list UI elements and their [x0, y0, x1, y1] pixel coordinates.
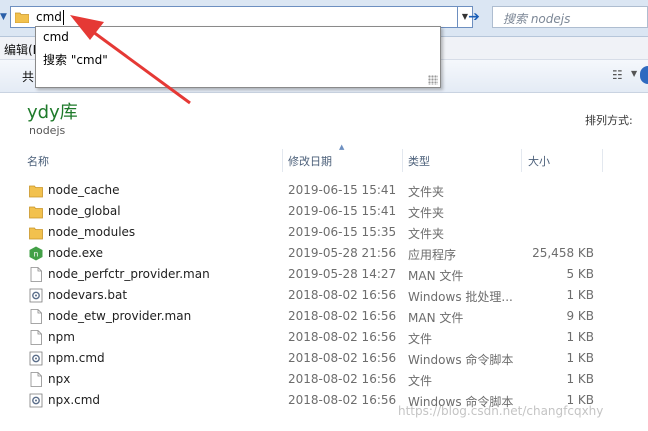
file-name[interactable]: node.exe — [48, 246, 103, 260]
file-type: 文件夹 — [408, 185, 445, 199]
autocomplete-dropdown: cmd 搜索 "cmd" — [35, 26, 441, 88]
svg-text:n: n — [34, 250, 38, 259]
resize-grip-icon[interactable] — [428, 75, 438, 85]
file-row[interactable]: nodevars.bat 2018-08-02 16:56 Windows 批处理.… — [0, 285, 648, 306]
file-row[interactable]: npm 2018-08-02 16:56 文件 1 KB — [0, 327, 648, 348]
document-icon — [30, 330, 42, 345]
file-row[interactable]: node_cache 2019-06-15 15:41 文件夹 — [0, 180, 648, 201]
file-size: 1 KB — [566, 330, 594, 344]
file-type: 文件 — [408, 374, 433, 388]
search-input[interactable]: 搜索 nodejs — [492, 6, 648, 28]
file-row[interactable]: node_perfctr_provider.man 2019-05-28 14:2… — [0, 264, 648, 285]
column-divider[interactable] — [602, 149, 603, 172]
document-icon — [30, 372, 42, 387]
document-icon — [30, 267, 42, 282]
folder-icon — [29, 227, 43, 240]
file-name[interactable]: nodevars.bat — [48, 288, 127, 302]
nav-dropdown-icon[interactable]: ▼ — [0, 12, 10, 22]
search-placeholder[interactable]: 搜索 nodejs — [503, 10, 570, 27]
batch-file-icon — [29, 351, 43, 366]
file-date: 2018-08-02 16:56 — [288, 330, 397, 344]
file-row[interactable]: n node.exe 2019-05-28 21:56 应用程序 25,458 KB — [0, 243, 648, 264]
help-icon[interactable] — [640, 66, 648, 84]
go-arrow-icon[interactable]: ➔ — [465, 8, 483, 26]
file-name[interactable]: npx — [48, 372, 70, 386]
file-size: 5 KB — [566, 267, 594, 281]
column-divider[interactable] — [521, 149, 522, 172]
file-date: 2019-05-28 14:27 — [288, 267, 397, 281]
column-header-size[interactable]: 大小 — [528, 153, 550, 169]
file-type: Windows 批处理... — [408, 290, 513, 304]
file-date: 2018-08-02 16:56 — [288, 288, 397, 302]
file-date: 2019-05-28 21:56 — [288, 246, 397, 260]
library-subtitle: nodejs — [29, 124, 66, 137]
file-type: 应用程序 — [408, 248, 457, 262]
file-size: 1 KB — [566, 351, 594, 365]
file-type: Windows 命令脚本 — [408, 353, 514, 367]
file-date: 2018-08-02 16:56 — [288, 372, 397, 386]
autocomplete-item[interactable]: 搜索 "cmd" — [43, 51, 108, 68]
autocomplete-item[interactable]: cmd — [43, 30, 69, 44]
file-size: 1 KB — [566, 372, 594, 386]
file-name[interactable]: node_global — [48, 204, 121, 218]
file-row[interactable]: node_etw_provider.man 2018-08-02 16:56 MAN… — [0, 306, 648, 327]
file-date: 2019-06-15 15:35 — [288, 225, 397, 239]
file-type: MAN 文件 — [408, 269, 464, 283]
file-size: 1 KB — [566, 288, 594, 302]
file-name[interactable]: node_etw_provider.man — [48, 309, 191, 323]
file-date: 2019-06-15 15:41 — [288, 183, 397, 197]
file-name[interactable]: npm.cmd — [48, 351, 105, 365]
document-icon — [30, 309, 42, 324]
arrange-by-label[interactable]: 排列方式: — [585, 112, 633, 128]
folder-icon — [29, 185, 43, 198]
column-headers: 名称 修改日期 类型 大小 — [0, 149, 648, 172]
folder-icon — [15, 12, 29, 23]
chevron-down-icon[interactable]: ▼ — [631, 69, 637, 78]
file-name[interactable]: node_cache — [48, 183, 119, 197]
column-divider[interactable] — [402, 149, 403, 172]
file-date: 2018-08-02 16:56 — [288, 309, 397, 323]
file-name[interactable]: npx.cmd — [48, 393, 100, 407]
column-header-date[interactable]: 修改日期 — [288, 153, 332, 169]
file-name[interactable]: npm — [48, 330, 75, 344]
batch-file-icon — [29, 288, 43, 303]
column-header-type[interactable]: 类型 — [408, 153, 430, 169]
watermark: https://blog.csdn.net/changfcqxhy — [398, 404, 604, 418]
file-row[interactable]: npx 2018-08-02 16:56 文件 1 KB — [0, 369, 648, 390]
file-row[interactable]: node_global 2019-06-15 15:41 文件夹 — [0, 201, 648, 222]
folder-icon — [29, 206, 43, 219]
file-name[interactable]: node_modules — [48, 225, 135, 239]
file-name[interactable]: node_perfctr_provider.man — [48, 267, 210, 281]
batch-file-icon — [29, 393, 43, 408]
file-date: 2018-08-02 16:56 — [288, 393, 397, 407]
file-row[interactable]: npm.cmd 2018-08-02 16:56 Windows 命令脚本 1 KB — [0, 348, 648, 369]
file-type: 文件夹 — [408, 206, 445, 220]
address-value[interactable]: cmd — [36, 10, 62, 24]
text-caret — [63, 10, 64, 25]
file-type: MAN 文件 — [408, 311, 464, 325]
column-header-name[interactable]: 名称 — [27, 153, 49, 169]
file-date: 2019-06-15 15:41 — [288, 204, 397, 218]
file-size: 9 KB — [566, 309, 594, 323]
file-type: 文件 — [408, 332, 433, 346]
file-list: node_cache 2019-06-15 15:41 文件夹 node_global… — [0, 180, 648, 412]
file-row[interactable]: node_modules 2019-06-15 15:35 文件夹 — [0, 222, 648, 243]
toolbar-share-button[interactable]: 共 — [22, 68, 34, 85]
library-title: ydy库 — [27, 102, 78, 123]
file-type: 文件夹 — [408, 227, 445, 241]
nodejs-exe-icon: n — [29, 246, 43, 261]
file-size: 25,458 KB — [532, 246, 594, 260]
file-date: 2018-08-02 16:56 — [288, 351, 397, 365]
view-options-icon[interactable]: ☷ — [612, 68, 623, 82]
column-divider[interactable] — [282, 149, 283, 172]
address-input[interactable]: cmd — [10, 6, 458, 28]
